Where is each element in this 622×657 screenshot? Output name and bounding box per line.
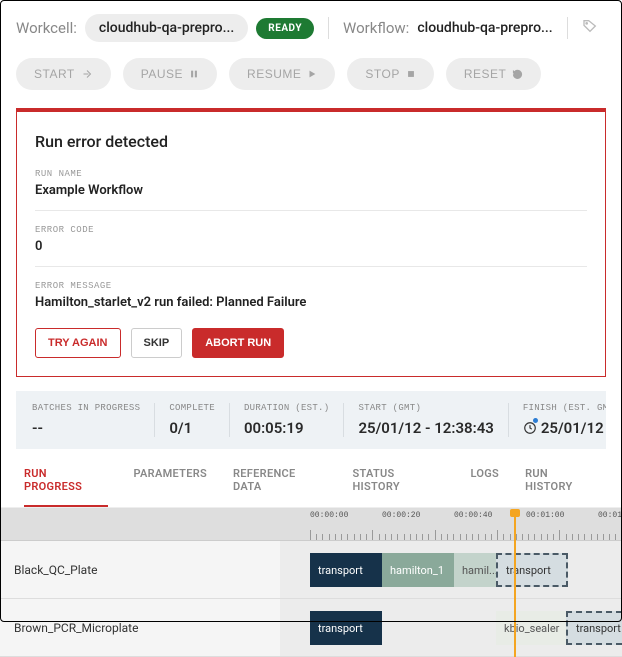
- error-msg-label: ERROR MESSAGE: [35, 281, 587, 291]
- tabs: RUN PROGRESS PARAMETERS REFERENCE DATA S…: [0, 449, 622, 508]
- timeline-block[interactable]: transport: [310, 553, 382, 587]
- batches-value: --: [32, 419, 140, 437]
- finish-label: FINISH (EST. GMT): [523, 403, 606, 413]
- timeline-tick: 00:01:00: [526, 511, 564, 520]
- error-code-label: ERROR CODE: [35, 225, 587, 235]
- control-bar: START PAUSE RESUME STOP RESET: [0, 52, 622, 108]
- tab-run-progress[interactable]: RUN PROGRESS: [24, 467, 108, 507]
- duration-label: DURATION (EST.): [244, 403, 330, 413]
- tab-parameters[interactable]: PARAMETERS: [134, 467, 207, 507]
- error-title: Run error detected: [35, 132, 587, 151]
- timeline-tick: 00:00:20: [382, 511, 420, 520]
- tab-run-history[interactable]: RUN HISTORY: [525, 467, 598, 507]
- timeline-row: transporthamilton_1hamil...transport: [280, 541, 622, 599]
- workflow-label: Workflow:: [343, 19, 409, 37]
- complete-label: COMPLETE: [169, 403, 215, 413]
- header-bar: Workcell: cloudhub-qa-prepro... READY Wo…: [0, 0, 622, 52]
- tab-status-history[interactable]: STATUS HISTORY: [352, 467, 444, 507]
- status-badge: READY: [256, 18, 314, 39]
- tab-logs[interactable]: LOGS: [470, 467, 499, 507]
- divider: [567, 17, 568, 39]
- timeline-row-label: Black_QC_Plate: [0, 541, 280, 599]
- timeline-block[interactable]: transport: [310, 611, 382, 645]
- timeline-ruler[interactable]: 00:00:00 00:00:20 00:00:40 00:01:00 00:01:20: [280, 509, 622, 541]
- tag-icon[interactable]: [582, 18, 598, 38]
- timeline-tick: 00:00:40: [454, 511, 492, 520]
- error-panel: Run error detected RUN NAME Example Work…: [16, 108, 606, 377]
- run-name-label: RUN NAME: [35, 169, 587, 179]
- stats-bar: BATCHES IN PROGRESS -- COMPLETE 0/1 DURA…: [16, 391, 606, 449]
- timeline-playhead[interactable]: [514, 509, 516, 657]
- timeline-row: transportkbio_sealertransport: [280, 599, 622, 657]
- try-again-button[interactable]: TRY AGAIN: [35, 328, 121, 358]
- clock-icon: [523, 421, 537, 435]
- error-code-value: 0: [35, 239, 587, 254]
- start-button[interactable]: START: [16, 58, 111, 90]
- tab-reference-data[interactable]: REFERENCE DATA: [233, 467, 326, 507]
- timeline-block[interactable]: hamilton_1: [382, 553, 454, 587]
- start-label: START (GMT): [358, 403, 493, 413]
- timeline-tick: 00:00:00: [310, 511, 348, 520]
- divider: [328, 17, 329, 39]
- duration-value: 00:05:19: [244, 419, 330, 437]
- timeline-block[interactable]: kbio_sealer: [496, 611, 566, 645]
- timeline-row-label: Brown_PCR_Microplate: [0, 599, 280, 657]
- batches-label: BATCHES IN PROGRESS: [32, 403, 140, 413]
- timeline-label-header: [0, 509, 280, 541]
- pause-button[interactable]: PAUSE: [123, 58, 217, 90]
- timeline-block[interactable]: transport: [566, 611, 622, 645]
- resume-button[interactable]: RESUME: [229, 58, 335, 90]
- reset-button[interactable]: RESET: [446, 58, 542, 90]
- timeline-block[interactable]: transport: [496, 553, 568, 587]
- timeline-tick: 00:01:20: [598, 511, 622, 520]
- abort-run-button[interactable]: ABORT RUN: [192, 328, 284, 358]
- timeline: Black_QC_PlateBrown_PCR_Microplate 00:00…: [0, 508, 622, 657]
- workcell-dropdown[interactable]: cloudhub-qa-prepro...: [85, 14, 248, 42]
- start-value: 25/01/12 - 12:38:43: [358, 419, 493, 437]
- complete-value: 0/1: [169, 419, 215, 437]
- finish-value: 25/01/12 - 12:44:02: [523, 419, 606, 437]
- run-name-value: Example Workflow: [35, 183, 587, 198]
- error-msg-value: Hamilton_starlet_v2 run failed: Planned …: [35, 295, 587, 310]
- timeline-block[interactable]: hamil...: [454, 553, 496, 587]
- stop-button[interactable]: STOP: [347, 58, 433, 90]
- workcell-label: Workcell:: [16, 19, 77, 37]
- workflow-dropdown[interactable]: cloudhub-qa-prepro...: [417, 20, 552, 36]
- skip-button[interactable]: SKIP: [131, 328, 183, 358]
